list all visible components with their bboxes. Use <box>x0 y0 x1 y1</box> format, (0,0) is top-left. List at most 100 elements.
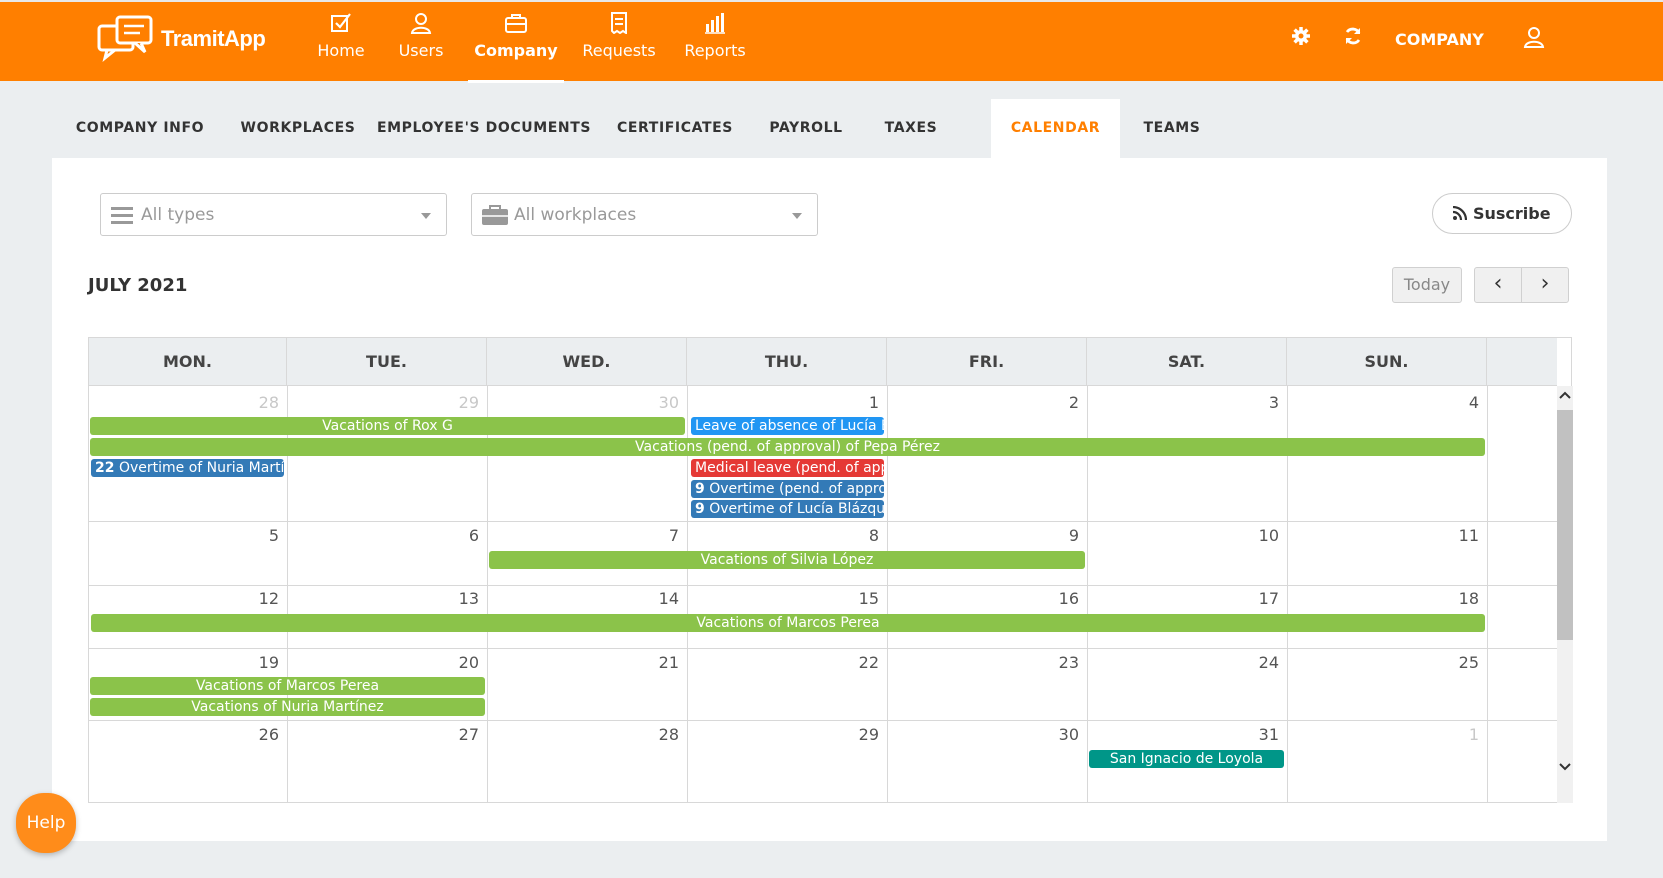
bar-chart-icon <box>705 13 725 34</box>
event-leave[interactable]: Leave of absence of Lucía Blázquez <box>691 417 884 435</box>
day-number[interactable]: 8 <box>839 526 879 545</box>
nav-company-label: Company <box>474 41 558 60</box>
briefcase-icon <box>482 205 508 225</box>
day-number[interactable]: 1 <box>839 393 879 412</box>
list-icon <box>111 207 133 224</box>
chevron-down-icon[interactable] <box>1559 760 1571 772</box>
checkbox-icon <box>331 13 351 32</box>
day-number[interactable]: 18 <box>1439 589 1479 608</box>
event-vacation[interactable]: Vacations of Marcos Perea <box>90 677 485 695</box>
refresh-icon[interactable] <box>1343 26 1363 50</box>
nav-company[interactable]: Company <box>468 12 564 83</box>
help-button[interactable]: Help <box>16 793 76 853</box>
subscribe-button[interactable]: Suscribe <box>1432 193 1572 234</box>
user-profile-icon[interactable] <box>1523 26 1545 52</box>
day-number[interactable]: 5 <box>239 526 279 545</box>
prev-month-button[interactable]: ‹ <box>1474 267 1522 303</box>
chevron-up-icon[interactable] <box>1559 390 1571 402</box>
event-holiday[interactable]: San Ignacio de Loyola <box>1089 750 1284 768</box>
next-month-button[interactable]: › <box>1521 267 1569 303</box>
nav-reports-label: Reports <box>684 41 746 60</box>
day-number[interactable]: 30 <box>1039 725 1079 744</box>
day-number[interactable]: 14 <box>639 589 679 608</box>
day-number[interactable]: 10 <box>1239 526 1279 545</box>
day-number[interactable]: 26 <box>239 725 279 744</box>
main-panel: COMPANY INFO WORKPLACES EMPLOYEE'S DOCUM… <box>52 99 1607 841</box>
nav-users[interactable]: Users <box>392 12 450 83</box>
day-number[interactable]: 19 <box>239 653 279 672</box>
nav-requests-label: Requests <box>582 41 656 60</box>
gear-icon[interactable] <box>1291 26 1311 50</box>
day-number[interactable]: 16 <box>1039 589 1079 608</box>
day-number[interactable]: 22 <box>839 653 879 672</box>
company-tabs: COMPANY INFO WORKPLACES EMPLOYEE'S DOCUM… <box>52 99 1607 158</box>
overtime-count: 9 <box>695 481 705 497</box>
grid-line <box>89 521 1557 522</box>
day-number[interactable]: 23 <box>1039 653 1079 672</box>
day-number[interactable]: 11 <box>1439 526 1479 545</box>
tab-calendar[interactable]: CALENDAR <box>991 99 1120 158</box>
scrollbar-thumb[interactable] <box>1557 410 1573 640</box>
chevron-down-icon <box>421 213 431 219</box>
dow-wed: WED. <box>487 338 687 386</box>
tab-employees-documents[interactable]: EMPLOYEE'S DOCUMENTS <box>368 99 600 158</box>
day-number[interactable]: 15 <box>839 589 879 608</box>
day-number[interactable]: 29 <box>439 393 479 412</box>
company-menu[interactable]: COMPANY <box>1395 30 1484 49</box>
tab-company-info[interactable]: COMPANY INFO <box>52 99 228 158</box>
tab-certificates[interactable]: CERTIFICATES <box>600 99 750 158</box>
subscribe-label: Suscribe <box>1472 204 1551 223</box>
event-overtime[interactable]: 9 Overtime of Lucía Blázquez <box>691 500 884 518</box>
dow-thu: THU. <box>687 338 887 386</box>
event-vacation[interactable]: Vacations of Silvia López <box>489 551 1085 569</box>
event-vacation[interactable]: Vacations of Nuria Martínez <box>90 698 485 716</box>
day-number[interactable]: 21 <box>639 653 679 672</box>
day-number[interactable]: 1 <box>1439 725 1479 744</box>
event-label: Overtime (pend. of approval) <box>709 481 884 497</box>
day-number[interactable]: 28 <box>639 725 679 744</box>
event-vacation[interactable]: Vacations of Marcos Perea <box>91 614 1485 632</box>
event-medical-leave[interactable]: Medical leave (pend. of approval) <box>691 459 884 477</box>
tab-workplaces[interactable]: WORKPLACES <box>228 99 368 158</box>
day-number[interactable]: 17 <box>1239 589 1279 608</box>
logo[interactable]: TramitApp <box>97 14 267 66</box>
day-number[interactable]: 9 <box>1039 526 1079 545</box>
month-title: JULY 2021 <box>88 275 188 296</box>
chevron-down-icon <box>792 213 802 219</box>
grid-line <box>89 720 1557 721</box>
day-number[interactable]: 4 <box>1439 393 1479 412</box>
nav-requests[interactable]: Requests <box>581 12 657 83</box>
day-number[interactable]: 7 <box>639 526 679 545</box>
event-vacation[interactable]: Vacations of Rox G <box>90 417 685 435</box>
workplaces-select[interactable]: All workplaces <box>471 193 818 236</box>
day-number[interactable]: 12 <box>239 589 279 608</box>
tab-taxes[interactable]: TAXES <box>862 99 960 158</box>
types-select-value: All types <box>141 205 215 225</box>
event-overtime[interactable]: 22 Overtime of Nuria Martínez <box>91 459 284 477</box>
day-number[interactable]: 27 <box>439 725 479 744</box>
day-number[interactable]: 29 <box>839 725 879 744</box>
event-overtime[interactable]: 9 Overtime (pend. of approval) <box>691 480 884 498</box>
nav-home[interactable]: Home <box>311 12 371 83</box>
day-number[interactable]: 28 <box>239 393 279 412</box>
grid-line <box>1487 386 1488 803</box>
types-select[interactable]: All types <box>100 193 447 236</box>
event-vacation-pending[interactable]: Vacations (pend. of approval) of Pepa Pé… <box>90 438 1485 456</box>
nav-reports[interactable]: Reports <box>682 12 748 83</box>
overtime-count: 9 <box>695 501 705 517</box>
day-number[interactable]: 20 <box>439 653 479 672</box>
day-number[interactable]: 31 <box>1239 725 1279 744</box>
today-button[interactable]: Today <box>1392 267 1462 303</box>
day-number[interactable]: 13 <box>439 589 479 608</box>
tab-payroll[interactable]: PAYROLL <box>750 99 862 158</box>
tab-teams[interactable]: TEAMS <box>1120 99 1224 158</box>
day-number[interactable]: 3 <box>1239 393 1279 412</box>
day-number[interactable]: 2 <box>1039 393 1079 412</box>
day-number[interactable]: 30 <box>639 393 679 412</box>
rss-icon <box>1453 205 1468 221</box>
grid-line <box>89 585 1557 586</box>
briefcase-icon <box>505 14 527 33</box>
day-number[interactable]: 6 <box>439 526 479 545</box>
day-number[interactable]: 25 <box>1439 653 1479 672</box>
day-number[interactable]: 24 <box>1239 653 1279 672</box>
